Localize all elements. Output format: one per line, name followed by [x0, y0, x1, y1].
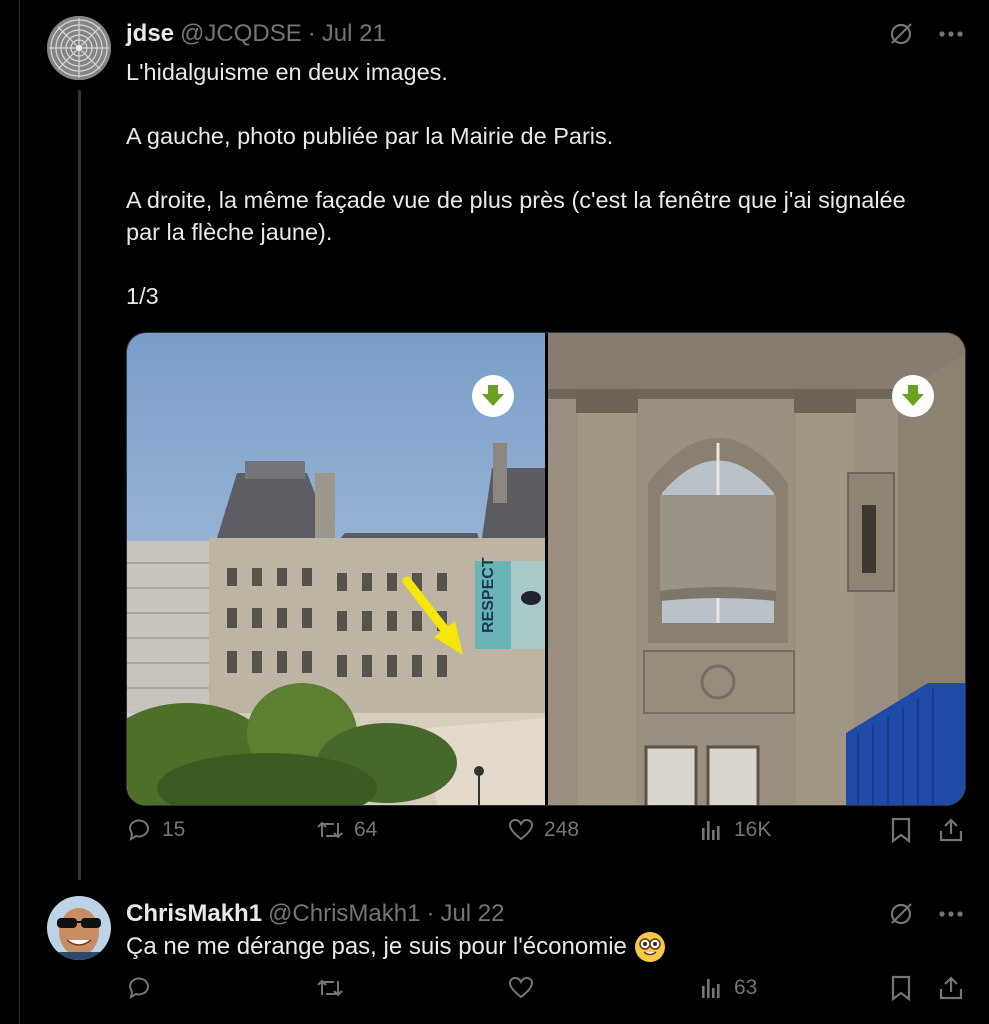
avatar-pattern-icon	[47, 16, 111, 80]
author-name[interactable]: jdse	[126, 20, 174, 48]
repost-button[interactable]: 64	[316, 817, 377, 843]
repost-button[interactable]	[316, 975, 344, 1001]
reply-tweet[interactable]: ChrisMakh1 @ChrisMakh1 · Jul 22 Ça ne me…	[20, 880, 989, 1024]
reply-author-avatar[interactable]	[47, 896, 111, 960]
like-count: 248	[544, 818, 580, 841]
reply-text: Ça ne me dérange pas, je suis pour l'éco…	[126, 932, 665, 962]
download-badge	[472, 375, 514, 417]
tweet-date[interactable]: Jul 21	[322, 20, 386, 48]
bookmark-button[interactable]	[890, 817, 912, 843]
reply-author-name[interactable]: ChrisMakh1	[126, 900, 262, 928]
views-button[interactable]: 63	[700, 976, 757, 1000]
views-chart-icon	[702, 979, 720, 998]
tweet[interactable]: jdse @JCQDSE · Jul 21 L'hidalguisme en d…	[20, 0, 989, 880]
download-arrow-icon	[476, 379, 510, 413]
more-options-icon[interactable]	[937, 900, 965, 928]
share-button[interactable]	[938, 975, 964, 1001]
views-button[interactable]: 16K	[700, 818, 771, 842]
reply-button[interactable]: 15	[126, 817, 185, 843]
reply-header: ChrisMakh1 @ChrisMakh1 · Jul 22	[126, 900, 505, 928]
repost-icon	[317, 821, 343, 839]
heart-icon	[508, 976, 534, 999]
views-count: 16K	[734, 818, 772, 841]
separator: ·	[426, 900, 435, 927]
reply-icon	[128, 819, 149, 842]
tweet-line: par la flèche jaune).	[126, 219, 333, 245]
repost-icon	[317, 979, 343, 997]
share-icon	[939, 976, 963, 1000]
repost-count: 64	[354, 818, 378, 841]
like-button[interactable]	[508, 976, 534, 1000]
reply-button[interactable]	[126, 975, 152, 1001]
avatar-photo	[47, 896, 111, 960]
nerd-face-emoji-icon	[634, 932, 665, 962]
bookmark-icon	[891, 975, 911, 1001]
thread-view: jdse @JCQDSE · Jul 21 L'hidalguisme en d…	[0, 0, 989, 1024]
more-options-icon[interactable]	[937, 20, 965, 48]
tweet-text: L'hidalguisme en deux images. A gauche, …	[126, 56, 966, 312]
author-avatar[interactable]	[47, 16, 111, 80]
views-chart-icon	[702, 821, 720, 840]
tweet-line: L'hidalguisme en deux images.	[126, 59, 448, 85]
thread-connector	[78, 90, 81, 880]
reply-count: 15	[162, 818, 186, 841]
media-image-right[interactable]	[545, 333, 965, 805]
bookmark-button[interactable]	[890, 975, 912, 1001]
tweet-media[interactable]: RESPECT	[126, 332, 966, 806]
reply-top-actions	[887, 900, 965, 928]
reply-icon	[128, 977, 149, 1000]
tweet-header: jdse @JCQDSE · Jul 21	[126, 20, 386, 48]
heart-icon	[508, 818, 534, 841]
grok-icon[interactable]	[887, 900, 915, 928]
share-icon	[939, 818, 963, 842]
media-image-left[interactable]: RESPECT	[127, 333, 545, 805]
tweet-line: A droite, la même façade vue de plus prè…	[126, 187, 906, 213]
author-handle[interactable]: @JCQDSE	[180, 20, 302, 48]
reply-author-handle[interactable]: @ChrisMakh1	[268, 900, 420, 928]
separator: ·	[307, 20, 316, 47]
download-arrow-icon	[896, 379, 930, 413]
tweet-top-actions	[887, 20, 965, 48]
views-count: 63	[734, 976, 758, 999]
tweet-line: A gauche, photo publiée par la Mairie de…	[126, 123, 614, 149]
tweet-line: 1/3	[126, 283, 159, 309]
bookmark-icon	[891, 817, 911, 843]
share-button[interactable]	[938, 817, 964, 843]
reply-date[interactable]: Jul 22	[440, 900, 504, 928]
like-button[interactable]: 248	[508, 818, 579, 842]
grok-icon[interactable]	[887, 20, 915, 48]
poster-text: RESPECT	[480, 557, 497, 633]
reply-body: Ça ne me dérange pas, je suis pour l'éco…	[126, 933, 627, 960]
download-badge	[892, 375, 934, 417]
